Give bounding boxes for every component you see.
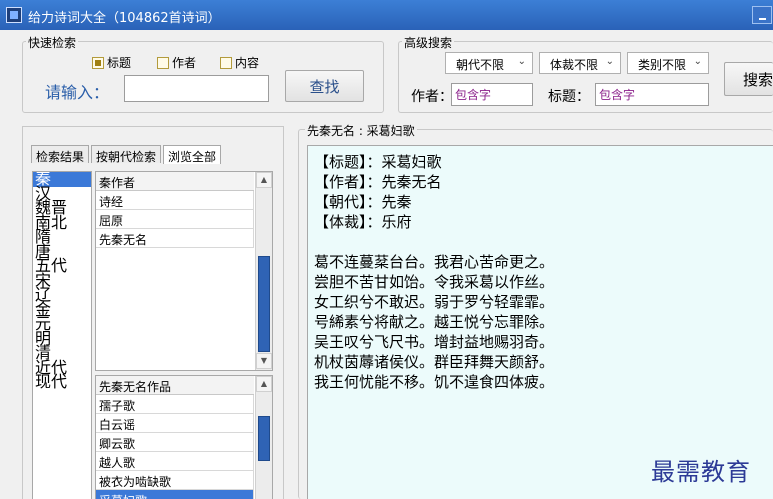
checkbox-box	[157, 56, 169, 69]
poem-body-line: 机杖茵蓐诸侯仪。群臣拜舞天颜舒。	[314, 353, 555, 371]
poem-body-line: 尝胆不苦甘如饴。令我采葛以作丝。	[314, 273, 555, 291]
option-content-checkbox[interactable]: 内容	[220, 54, 259, 71]
works-grid-header: 先秦无名作品	[96, 376, 254, 395]
option-author-checkbox[interactable]: 作者	[157, 54, 196, 71]
work-row[interactable]: 被衣为啮缺歌	[96, 471, 254, 490]
window-title: 给力诗词大全（104862首诗词）	[28, 11, 221, 26]
genre-select-value: 体裁不限	[550, 58, 599, 72]
tab-search-results[interactable]: 检索结果	[31, 145, 90, 164]
work-row[interactable]: 孺子歌	[96, 395, 254, 414]
query-prompt: 请输入：	[45, 83, 110, 102]
advanced-search-button[interactable]: 搜索	[724, 62, 773, 96]
poem-body-line: 葛不连蔓棻台台。我君心苦命更之。	[314, 253, 555, 271]
option-content-label: 内容	[235, 56, 260, 70]
quick-search-input[interactable]	[124, 75, 269, 102]
title-input[interactable]	[595, 83, 709, 106]
dynasty-select[interactable]: 朝代不限 ⌄	[445, 52, 533, 74]
author-row[interactable]: 屈原	[96, 210, 254, 229]
scroll-down-icon[interactable]: ▼	[256, 353, 272, 369]
work-row[interactable]: 越人歌	[96, 452, 254, 471]
quick-search-title: 快速检索	[26, 34, 79, 51]
poem-meta-line: 【朝代】：先秦	[314, 193, 412, 211]
option-author-label: 作者	[172, 56, 197, 70]
title-label: 标题：	[548, 89, 590, 105]
scroll-thumb[interactable]	[258, 416, 270, 461]
dynasty-list[interactable]: 秦汉魏晋 南北隋唐五代宋辽金元明清近代 现代	[32, 171, 92, 499]
author-label: 作者：	[411, 89, 453, 105]
option-title-checkbox[interactable]: 标题	[92, 54, 131, 71]
work-row[interactable]: 采葛妇歌	[96, 490, 254, 499]
app-icon	[6, 7, 22, 23]
scroll-up-icon[interactable]: ▲	[256, 172, 272, 188]
work-row[interactable]: 卿云歌	[96, 433, 254, 452]
author-row[interactable]: 先秦无名	[96, 229, 254, 248]
genre-select[interactable]: 体裁不限 ⌄	[539, 52, 621, 74]
scroll-up-icon[interactable]: ▲	[256, 376, 272, 392]
poem-meta-line: 【体裁】：乐府	[314, 213, 412, 231]
authors-grid: 秦作者 诗经 屈原 先秦无名 ▲ ▼	[95, 171, 273, 371]
authors-scrollbar[interactable]: ▲ ▼	[255, 172, 272, 370]
checkbox-box	[92, 56, 104, 69]
poem-meta-line: 【作者】：先秦无名	[314, 173, 442, 191]
option-title-label: 标题	[107, 56, 132, 70]
works-grid: 先秦无名作品 孺子歌白云谣卿云歌越人歌被衣为啮缺歌采葛妇歌 ▲	[95, 375, 273, 499]
advanced-search-title: 高级搜索	[402, 34, 455, 51]
watermark-text: 最需教育	[651, 458, 751, 486]
dynasty-select-value: 朝代不限	[456, 58, 505, 72]
author-input[interactable]	[451, 83, 533, 106]
chevron-down-icon: ⌄	[517, 56, 526, 67]
poem-meta-line: 【标题】：采葛妇歌	[314, 153, 442, 171]
tab-by-dynasty[interactable]: 按朝代检索	[91, 145, 162, 164]
poem-body-line: 我王何忧能不移。饥不遑食四体疲。	[314, 373, 555, 391]
work-row[interactable]: 白云谣	[96, 414, 254, 433]
author-row[interactable]: 诗经	[96, 191, 254, 210]
minimize-button[interactable]	[752, 6, 772, 24]
chevron-down-icon: ⌄	[693, 56, 702, 67]
poem-body-line: 吴王叹兮飞尺书。增封益地赐羽奇。	[314, 333, 555, 351]
tab-browse-all[interactable]: 浏览全部	[163, 145, 222, 164]
category-select-value: 类别不限	[638, 58, 687, 72]
checkbox-box	[220, 56, 232, 69]
dynasty-item[interactable]: 现代	[33, 374, 91, 390]
works-scrollbar[interactable]: ▲	[255, 376, 272, 499]
scroll-thumb[interactable]	[258, 256, 270, 352]
category-select[interactable]: 类别不限 ⌄	[627, 52, 709, 74]
title-bar: 给力诗词大全（104862首诗词）	[0, 0, 773, 30]
poem-content[interactable]: 【标题】：采葛妇歌 【作者】：先秦无名 【朝代】：先秦 【体裁】：乐府 葛不连蔓棻台台…	[307, 145, 773, 499]
find-button[interactable]: 查找	[285, 70, 364, 102]
authors-grid-header: 秦作者	[96, 172, 254, 191]
poem-body-line: 女工织兮不敢迟。弱于罗兮轻霏霏。	[314, 293, 555, 311]
poem-group-title: 先秦无名 : 采葛妇歌	[305, 122, 417, 139]
chevron-down-icon: ⌄	[605, 56, 614, 67]
poem-body-line: 号絺素兮将献之。越王悦兮忘罪除。	[314, 313, 555, 331]
